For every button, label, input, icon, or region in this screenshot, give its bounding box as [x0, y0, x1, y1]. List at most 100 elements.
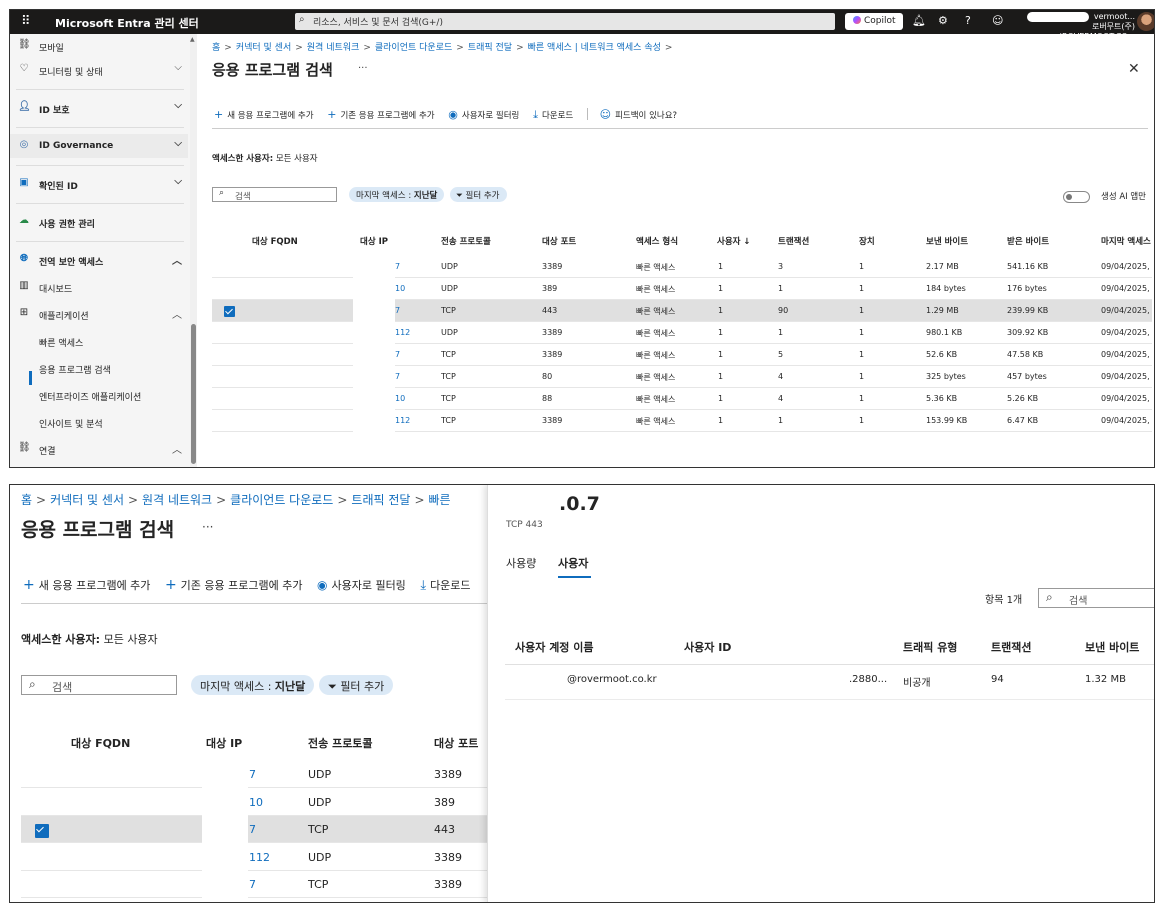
sidebar-scrollbar[interactable]: ▲ — [190, 34, 197, 467]
row-checkbox-selected[interactable] — [224, 306, 235, 317]
copilot-button[interactable]: Copilot — [845, 13, 903, 30]
chevron-down-icon[interactable]: ⌵ — [174, 176, 182, 187]
column-header-access-type[interactable]: 액세스 형식 — [636, 235, 678, 247]
add-filter-button[interactable]: ⏷ 필터 추가 — [450, 187, 507, 202]
accessed-by-filter[interactable]: 액세스한 사용자: 모든 사용자 — [212, 152, 318, 164]
breadcrumb-home[interactable]: 홈 — [212, 43, 220, 53]
table-row[interactable]: 7 TCP 443 — [21, 816, 487, 843]
breadcrumb-home[interactable]: 홈 — [21, 493, 32, 507]
chevron-up-icon[interactable]: ︿ — [172, 306, 182, 321]
account-info[interactable]: vermoot... 로버무트(주)(ROVERMOOT.CO... — [1025, 12, 1135, 42]
column-header-port[interactable]: 대상 포트 — [542, 235, 576, 247]
column-header-transactions[interactable]: 트랜잭션 — [991, 639, 1031, 655]
column-header-fqdn[interactable]: 대상 FQDN — [252, 235, 298, 247]
download-button[interactable]: ⤓ 다운로드 — [420, 577, 470, 593]
column-header-users[interactable]: 사용자 ↓ — [717, 235, 751, 247]
add-new-app-button[interactable]: + 새 응용 프로그램에 추가 — [23, 577, 150, 593]
column-header-port[interactable]: 대상 포트 — [434, 735, 478, 751]
tab-usage[interactable]: 사용량 — [506, 555, 536, 571]
sidebar-item-insights[interactable]: 인사이트 및 분석 — [10, 410, 188, 434]
cell-ip[interactable]: 7 — [395, 262, 400, 271]
cell-ip[interactable]: 7 — [249, 878, 256, 891]
gen-ai-toggle[interactable] — [1063, 191, 1090, 203]
table-row[interactable]: 10 UDP 389 — [21, 789, 487, 816]
more-options-icon[interactable]: ··· — [358, 63, 368, 74]
cell-ip[interactable]: 10 — [249, 796, 263, 809]
add-existing-app-button[interactable]: + 기존 응용 프로그램에 추가 — [327, 108, 434, 121]
global-search-input[interactable]: ⌕ 리소스, 서비스 및 문서 검색(G+/) — [295, 13, 835, 30]
column-header-bytes-sent[interactable]: 보낸 바이트 — [926, 235, 968, 247]
last-access-filter-pill[interactable]: 마지막 액세스 : 지난달 — [349, 187, 445, 202]
breadcrumb-remote-networks[interactable]: 원격 네트워크 — [142, 493, 212, 507]
column-header-bytes-received[interactable]: 받은 바이트 — [1007, 235, 1049, 247]
sidebar-item-permissions[interactable]: ☁ 사용 권한 관리 — [10, 210, 188, 234]
tab-users[interactable]: 사용자 — [558, 555, 588, 571]
column-header-devices[interactable]: 장치 — [859, 235, 875, 247]
feedback-button[interactable]: ☺ 피드백이 있나요? — [600, 108, 677, 121]
filter-by-user-button[interactable]: ◉ 사용자로 필터링 — [317, 577, 406, 593]
breadcrumb-remote-networks[interactable]: 원격 네트워크 — [307, 43, 360, 53]
cell-ip[interactable]: 10 — [395, 394, 405, 403]
column-header-protocol[interactable]: 전송 프로토콜 — [308, 735, 373, 751]
add-new-app-button[interactable]: + 새 응용 프로그램에 추가 — [214, 108, 314, 121]
breadcrumb-connectors[interactable]: 커넥터 및 센서 — [50, 493, 124, 507]
last-access-filter-pill[interactable]: 마지막 액세스 : 지난달 — [191, 675, 315, 695]
sidebar-item-id-governance[interactable]: ◎ ID Governance ⌵ — [10, 134, 188, 158]
chevron-down-icon[interactable]: ⌵ — [174, 100, 182, 111]
scroll-up-arrow-icon[interactable]: ▲ — [190, 36, 195, 43]
detail-search-input[interactable]: ⌕ 검색 — [1038, 588, 1154, 608]
table-row[interactable]: @rovermoot.co.kr .2880... 비공개 94 1.32 MB — [505, 666, 1154, 696]
table-row[interactable]: 7 UDP 3389 — [21, 761, 487, 788]
cell-ip[interactable]: 112 — [249, 851, 270, 864]
sidebar-item-app-discovery[interactable]: 응용 프로그램 검색 — [10, 356, 188, 380]
grid-search-input[interactable]: ⌕ 검색 — [21, 675, 177, 695]
filter-by-user-button[interactable]: ◉ 사용자로 필터링 — [448, 108, 519, 121]
settings-gear-icon[interactable]: ⚙ — [938, 14, 948, 27]
feedback-icon[interactable]: ☺ — [992, 14, 1003, 27]
app-launcher-icon[interactable]: ⠿ — [21, 14, 31, 29]
more-options-icon[interactable]: ··· — [202, 520, 213, 534]
sidebar-item-enterprise-apps[interactable]: 엔터프라이즈 애플리케이션 — [10, 383, 188, 407]
breadcrumb-quick-access[interactable]: 빠른 — [429, 493, 451, 507]
column-header-last-access[interactable]: 마지막 액세스 — [1101, 235, 1151, 247]
row-checkbox-selected[interactable] — [35, 824, 49, 838]
notification-bell-icon[interactable]: 🔔︎ — [912, 14, 926, 27]
add-filter-button[interactable]: ⏷ 필터 추가 — [319, 675, 394, 695]
cell-ip[interactable]: 7 — [249, 768, 256, 781]
cell-ip[interactable]: 7 — [395, 350, 400, 359]
column-header-bytes-sent[interactable]: 보낸 바이트 — [1085, 639, 1139, 655]
cell-ip[interactable]: 7 — [395, 372, 400, 381]
sidebar-item-monitoring[interactable]: ♡ 모니터링 및 상태 ⌵ — [10, 58, 188, 82]
breadcrumb-quick-access[interactable]: 빠른 액세스 | 네트워크 액세스 속성 — [528, 43, 661, 53]
avatar[interactable] — [1137, 12, 1154, 31]
breadcrumb-connectors[interactable]: 커넥터 및 센서 — [236, 43, 291, 53]
chevron-down-icon[interactable]: ⌵ — [174, 138, 182, 149]
add-existing-app-button[interactable]: + 기존 응용 프로그램에 추가 — [165, 577, 303, 593]
column-header-traffic-type[interactable]: 트래픽 유형 — [903, 639, 957, 655]
breadcrumb-traffic-forwarding[interactable]: 트래픽 전달 — [468, 43, 512, 53]
sidebar-item-mobile[interactable]: ⛓ 모바일 — [10, 34, 188, 58]
accessed-by-filter[interactable]: 액세스한 사용자: 모든 사용자 — [21, 631, 158, 647]
column-header-protocol[interactable]: 전송 프로토콜 — [441, 235, 491, 247]
sidebar-item-verified-id[interactable]: ▣ 확인된 ID ⌵ — [10, 172, 188, 196]
cell-ip[interactable]: 10 — [395, 284, 405, 293]
column-header-upn[interactable]: 사용자 계정 이름 — [515, 639, 594, 655]
breadcrumb-client-download[interactable]: 클라이언트 다운로드 — [375, 43, 452, 53]
grid-search-input[interactable]: ⌕ 검색 — [212, 187, 337, 202]
scrollbar-thumb[interactable] — [191, 324, 196, 464]
chevron-up-icon[interactable]: ︿ — [172, 252, 182, 267]
chevron-down-icon[interactable]: ⌵ — [174, 62, 182, 73]
help-icon[interactable]: ? — [965, 14, 971, 27]
column-header-ip[interactable]: 대상 IP — [360, 235, 388, 247]
cell-ip[interactable]: 112 — [395, 328, 410, 337]
download-button[interactable]: ⤓ 다운로드 — [533, 108, 573, 122]
sidebar-item-connect[interactable]: ⛓ 연결 ︿ — [10, 437, 188, 461]
sidebar-item-id-protection[interactable]: 👤︎ ID 보호 ⌵ — [10, 96, 188, 120]
table-row[interactable]: 112 UDP 3389 — [21, 844, 487, 871]
app-title[interactable]: Microsoft Entra 관리 센터 — [55, 15, 199, 31]
table-row[interactable]: 7 TCP 3389 — [21, 871, 487, 898]
column-header-transactions[interactable]: 트랜잭션 — [778, 235, 809, 247]
breadcrumb-client-download[interactable]: 클라이언트 다운로드 — [230, 493, 333, 507]
column-header-fqdn[interactable]: 대상 FQDN — [71, 735, 130, 751]
close-icon[interactable]: ✕ — [1128, 61, 1140, 77]
